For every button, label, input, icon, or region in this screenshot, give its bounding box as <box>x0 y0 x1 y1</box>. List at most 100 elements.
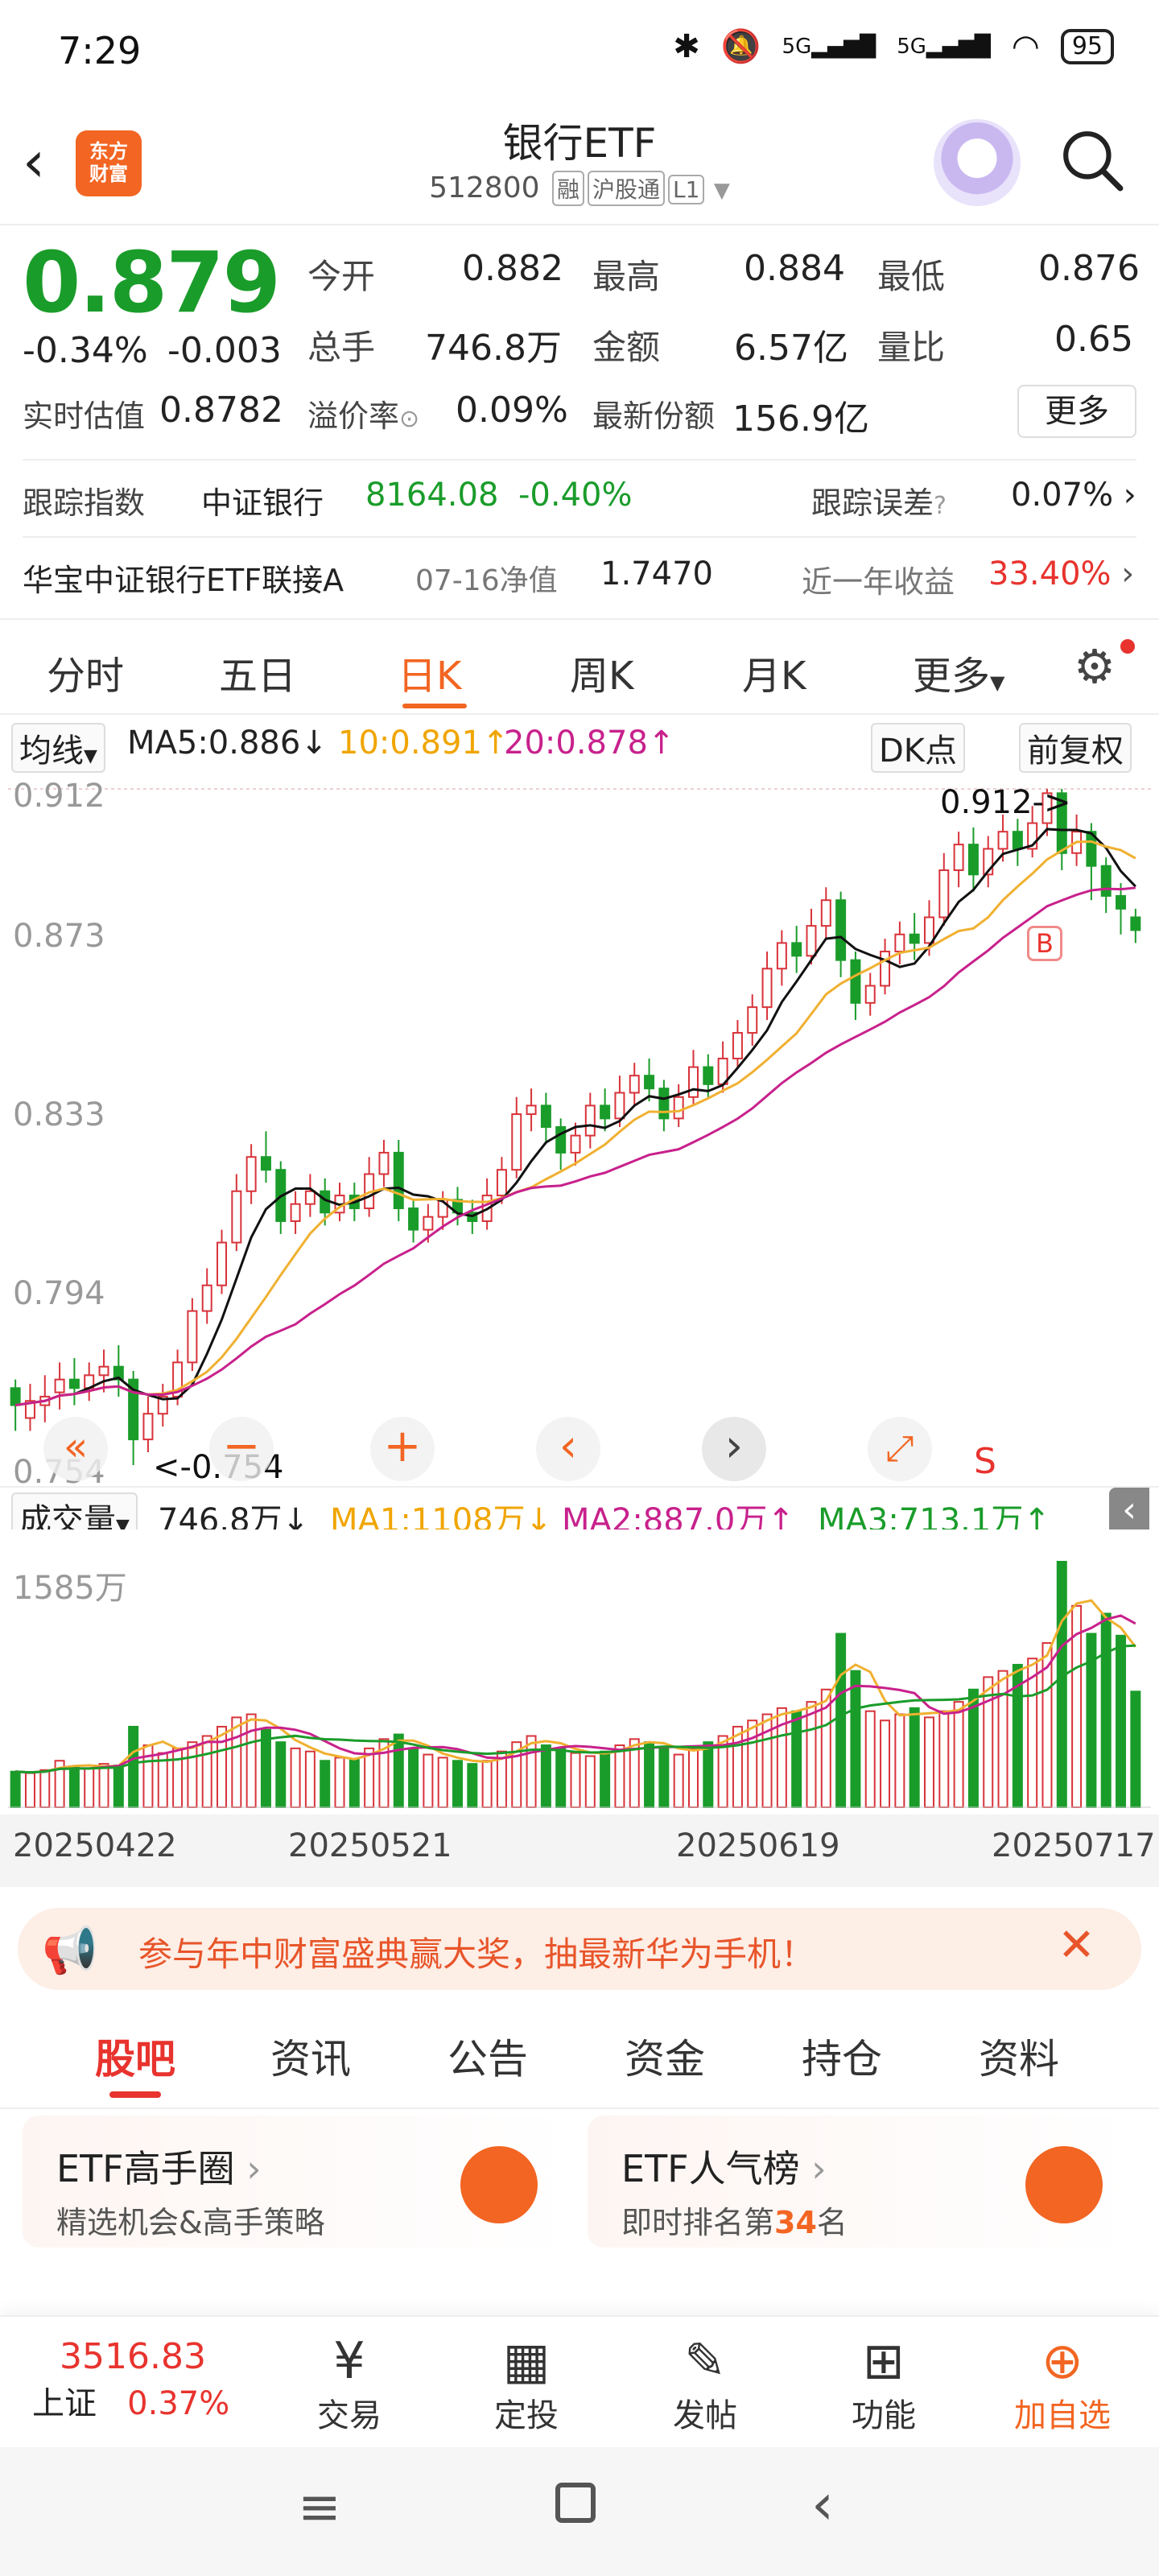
zoom-out-icon[interactable]: − <box>209 1417 274 1481</box>
volume-bar <box>703 1741 714 1808</box>
zoom-in-icon[interactable]: + <box>370 1417 435 1481</box>
help-icon[interactable]: ? <box>934 492 947 520</box>
volume-bar <box>732 1725 743 1808</box>
market-index-widget[interactable]: 3516.83 上证 0.37% <box>32 2336 274 2424</box>
more-button[interactable]: 更多 <box>1017 385 1136 438</box>
track-index-change: -0.40% <box>518 477 633 514</box>
nav-auto-invest[interactable]: ▦ 定投 <box>470 2333 583 2436</box>
tab-intraday[interactable]: 分时 <box>47 644 124 700</box>
chevron-down-icon[interactable]: ▼ <box>714 179 730 203</box>
candle-body <box>378 1151 390 1175</box>
tab-holdings[interactable]: 持仓 <box>802 2027 882 2085</box>
volume-bar <box>187 1741 198 1808</box>
tag-level: L1 <box>668 175 705 204</box>
volume-bar <box>791 1710 802 1808</box>
index-value: 3516.83 <box>60 2336 206 2377</box>
menu-icon[interactable]: ≡ <box>298 2478 341 2537</box>
volume-bar <box>290 1747 301 1809</box>
date-axis: 20250422 20250521 20250619 20250717 <box>0 1814 1159 1887</box>
add-circle-icon: ⊕ <box>1041 2331 1083 2390</box>
volume-bar <box>600 1750 611 1808</box>
tab-daily-k[interactable]: 日K <box>398 644 461 700</box>
back-nav-icon[interactable]: ‹ <box>811 2471 834 2537</box>
divider <box>23 459 1136 460</box>
tab-fund-flow[interactable]: 资金 <box>625 2027 705 2085</box>
change-abs: -0.003 <box>167 330 282 371</box>
scroll-left-icon[interactable]: ‹ <box>536 1417 600 1481</box>
nav-add-watchlist[interactable]: ⊕ 加自选 <box>1006 2333 1119 2436</box>
divider <box>23 536 1136 538</box>
card-title: ETF高手圈 › <box>56 2147 262 2190</box>
promo-banner[interactable]: 📢 参与年中财富盛典赢大奖，抽最新华为手机！ ✕ <box>18 1908 1141 1990</box>
tab-more[interactable]: 更多▼ <box>913 644 1004 700</box>
index-change: 0.37% <box>127 2385 230 2422</box>
tab-announcements[interactable]: 公告 <box>448 2027 528 2085</box>
tab-monthly-k[interactable]: 月K <box>742 644 806 700</box>
candle-body <box>290 1203 301 1222</box>
volume-bar <box>349 1758 360 1809</box>
nav-post[interactable]: ✎ 发帖 <box>649 2333 761 2436</box>
settings-gear-icon[interactable]: ⚙ <box>1074 639 1116 694</box>
home-icon[interactable] <box>555 2483 596 2523</box>
candlestick-chart[interactable] <box>8 773 1151 1481</box>
candle-body <box>703 1066 714 1085</box>
candle-body <box>1130 916 1141 931</box>
chevron-right-icon: › <box>1123 477 1136 514</box>
candle-body <box>894 933 905 953</box>
experts-icon <box>460 2146 538 2223</box>
linked-fund-name[interactable]: 华宝中证银行ETF联接A <box>23 555 344 600</box>
low-value: 0.876 <box>1038 248 1140 289</box>
candle-body <box>304 1190 316 1205</box>
etf-experts-card[interactable]: ETF高手圈 › 精选机会&高手策略 <box>23 2116 570 2248</box>
candle-body <box>584 1104 596 1137</box>
volume-bar <box>260 1728 271 1808</box>
tracking-error-label: 跟踪误差? <box>811 485 947 521</box>
tab-forum[interactable]: 股吧 <box>95 2027 175 2085</box>
year-return-value[interactable]: 33.40% › <box>988 555 1134 592</box>
open-value: 0.882 <box>462 248 563 289</box>
sell-signal-mark[interactable]: S <box>974 1441 996 1482</box>
volume-bar <box>10 1770 21 1809</box>
tab-profile[interactable]: 资料 <box>979 2027 1059 2085</box>
wifi-icon: ◠ <box>1011 27 1040 65</box>
volume-bar <box>540 1744 551 1808</box>
nav-functions[interactable]: ⊞ 功能 <box>827 2333 940 2436</box>
scroll-left-fast-icon[interactable]: « <box>43 1417 108 1481</box>
volume-bar <box>909 1707 920 1808</box>
volume-bar <box>555 1747 567 1809</box>
tracking-error-value[interactable]: 0.07% › <box>1011 477 1136 514</box>
candle-body <box>850 959 861 1004</box>
candle-body <box>423 1216 434 1231</box>
assistant-avatar[interactable] <box>934 119 1021 206</box>
tab-5day[interactable]: 五日 <box>219 644 296 700</box>
search-icon[interactable] <box>1059 127 1125 193</box>
candle-body <box>260 1156 271 1171</box>
shares-label: 最新份额 <box>592 398 716 434</box>
collapse-panel-icon[interactable]: ‹ <box>1109 1488 1149 1536</box>
volume-bar <box>245 1713 257 1808</box>
buy-signal-mark[interactable]: B <box>1027 926 1062 961</box>
volume-chart[interactable] <box>8 1530 1151 1811</box>
scroll-right-icon[interactable]: › <box>702 1417 766 1481</box>
volume-bar <box>98 1763 109 1808</box>
tab-news[interactable]: 资讯 <box>270 2027 351 2085</box>
chevron-right-icon: › <box>811 2147 827 2190</box>
nav-trade[interactable]: ¥ 交易 <box>293 2333 406 2436</box>
signal-icon-2: 5G▂▄▆█ <box>897 34 991 59</box>
stock-code: 512800 <box>429 171 540 204</box>
track-index[interactable]: 中证银行 <box>201 478 324 522</box>
close-icon[interactable]: ✕ <box>1058 1919 1095 1971</box>
bluetooth-icon: ✱ <box>673 27 700 65</box>
volume-bar <box>467 1763 478 1808</box>
ma20-value: 20:0.878↑ <box>504 724 675 762</box>
year-return-label: 近一年收益 <box>802 564 955 600</box>
track-label: 跟踪指数 <box>23 485 146 521</box>
info-icon[interactable]: ⊙ <box>399 405 419 433</box>
tab-weekly-k[interactable]: 周K <box>570 644 633 700</box>
volume-bar <box>24 1772 35 1809</box>
price-adjust-select[interactable]: 前复权 <box>1019 723 1132 773</box>
dk-point-select[interactable]: DK点 <box>871 723 966 773</box>
etf-popularity-card[interactable]: ETF人气榜 › 即时排名第34名 <box>588 2116 1135 2248</box>
fullscreen-icon[interactable]: ⤢ <box>868 1417 932 1481</box>
indicator-select[interactable]: 均线▼ <box>11 723 105 773</box>
